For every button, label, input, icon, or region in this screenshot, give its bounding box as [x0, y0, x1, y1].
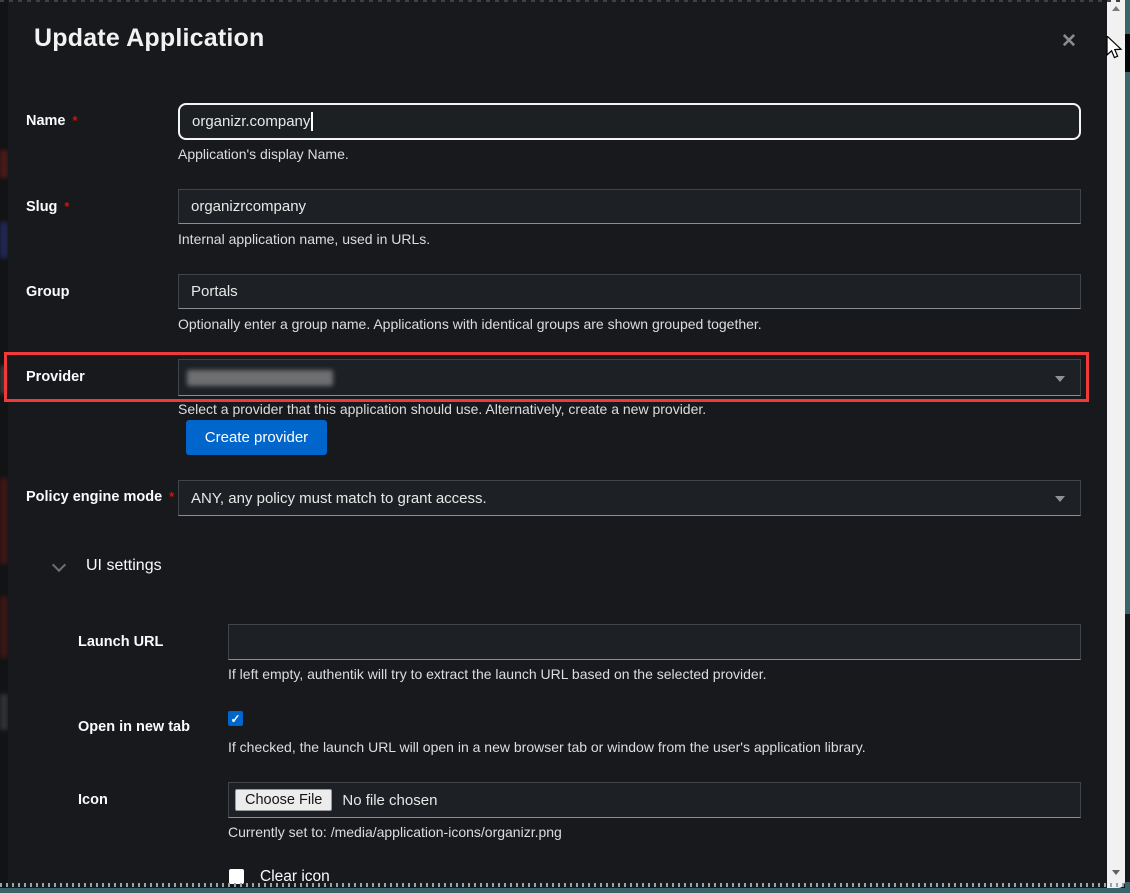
background-artifact: [0, 150, 8, 178]
clear-icon-checkbox[interactable]: [229, 869, 244, 884]
background-artifact: [0, 596, 8, 658]
name-input[interactable]: organizr.company: [178, 103, 1081, 140]
group-input[interactable]: Portals: [178, 274, 1081, 309]
policy-engine-mode-label: Policy engine mode*: [26, 489, 174, 505]
open-in-new-tab-label: Open in new tab: [78, 719, 190, 735]
icon-help: Currently set to: /media/application-ico…: [228, 824, 562, 840]
name-help: Application's display Name.: [178, 146, 349, 162]
chevron-down-icon[interactable]: [52, 558, 66, 572]
choose-file-button[interactable]: Choose File: [235, 789, 332, 811]
ui-settings-header[interactable]: UI settings: [86, 557, 162, 575]
update-application-modal: Update Application ✕ Name* organizr.comp…: [8, 0, 1107, 893]
required-asterisk: *: [64, 199, 69, 214]
name-label: Name*: [26, 113, 78, 129]
open-in-new-tab-checkbox[interactable]: ✓: [228, 711, 243, 726]
provider-label: Provider: [26, 369, 85, 385]
window-edge-bottom: [0, 888, 1130, 893]
slug-input[interactable]: organizrcompany: [178, 189, 1081, 224]
window-edge-artifact: [1125, 614, 1130, 882]
required-asterisk: *: [169, 489, 174, 504]
redacted-provider-value: [187, 370, 333, 386]
background-artifact: [0, 366, 8, 394]
modal-title: Update Application: [34, 24, 264, 53]
scroll-down-icon[interactable]: [1107, 864, 1125, 881]
launch-url-label: Launch URL: [78, 634, 163, 650]
dropdown-caret-icon: [1055, 496, 1065, 502]
mouse-cursor: [1106, 36, 1123, 66]
background-artifact: [0, 222, 8, 258]
background-artifact: [0, 694, 8, 730]
scroll-up-icon[interactable]: [1107, 0, 1125, 17]
slug-label: Slug*: [26, 199, 69, 215]
icon-label: Icon: [78, 792, 108, 808]
text-caret: [311, 112, 313, 131]
slug-help: Internal application name, used in URLs.: [178, 231, 430, 247]
icon-file-input: Choose File No file chosen: [228, 782, 1081, 818]
check-icon: ✓: [230, 712, 240, 726]
window-edge-dotted-top: [0, 0, 1125, 2]
provider-help: Select a provider that this application …: [178, 401, 706, 417]
dropdown-caret-icon: [1055, 376, 1065, 382]
policy-engine-mode-select[interactable]: ANY, any policy must match to grant acce…: [178, 480, 1081, 516]
background-artifact: [0, 478, 8, 564]
required-asterisk: *: [73, 113, 78, 128]
app-window: Update Application ✕ Name* organizr.comp…: [0, 0, 1130, 893]
group-label: Group: [26, 284, 70, 300]
create-provider-button[interactable]: Create provider: [186, 420, 327, 455]
vertical-scrollbar[interactable]: [1107, 0, 1125, 888]
window-edge-artifact: [1125, 34, 1130, 72]
window-edge-dotted-bottom: [0, 883, 1125, 887]
launch-url-help: If left empty, authentik will try to ext…: [228, 666, 767, 682]
launch-url-input[interactable]: [228, 624, 1081, 660]
file-status-text: No file chosen: [342, 792, 437, 809]
group-help: Optionally enter a group name. Applicati…: [178, 316, 762, 332]
background-page-sliver: [0, 0, 8, 893]
open-in-new-tab-help: If checked, the launch URL will open in …: [228, 739, 866, 755]
close-icon[interactable]: ✕: [1056, 28, 1082, 54]
provider-select[interactable]: [178, 359, 1081, 396]
